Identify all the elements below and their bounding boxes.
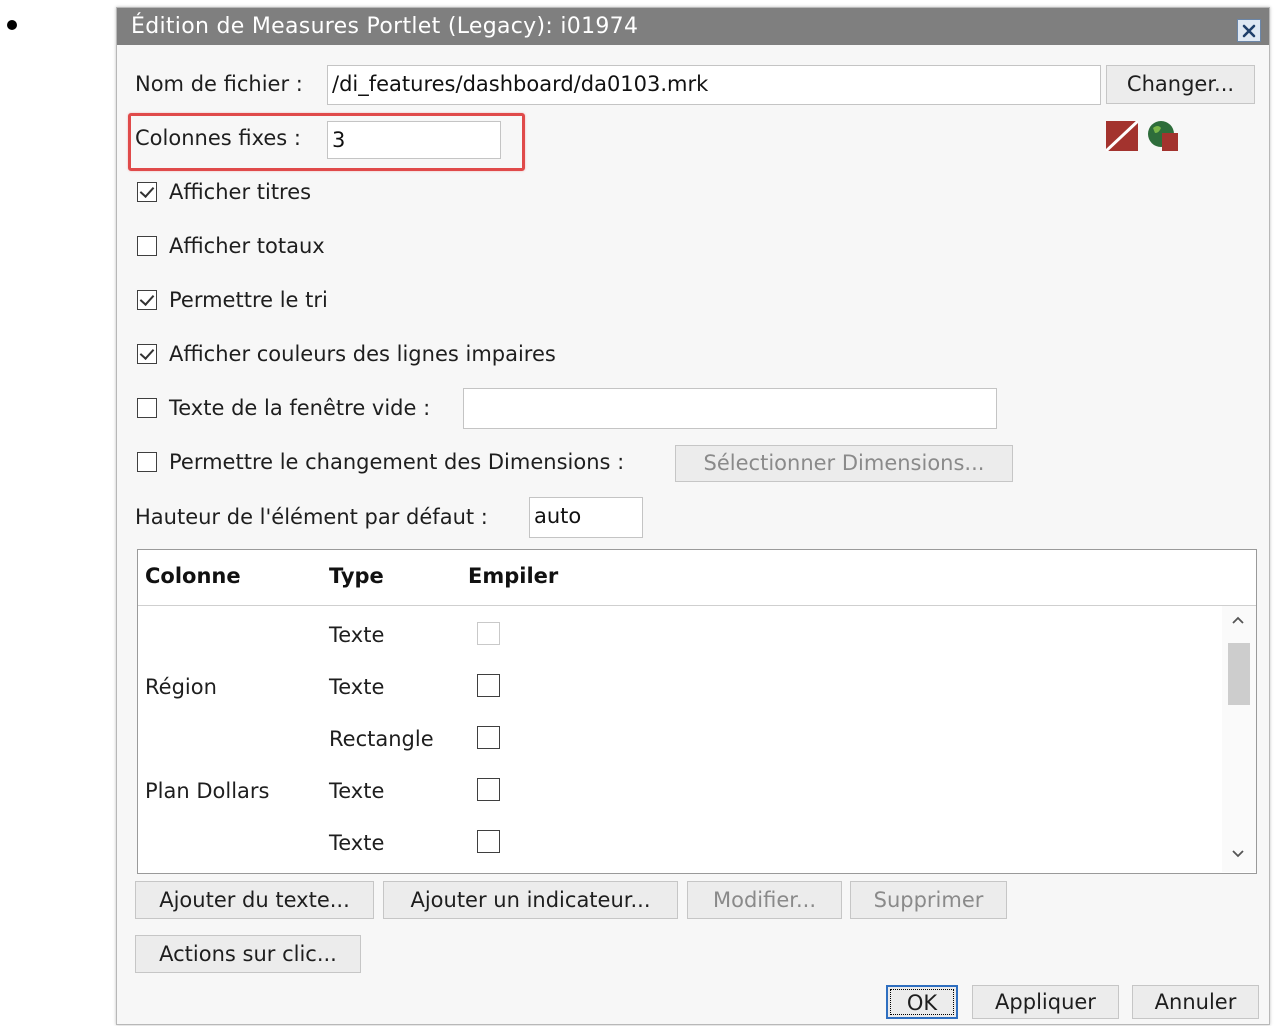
stack-checkbox bbox=[477, 622, 500, 645]
stack-checkbox[interactable] bbox=[477, 778, 500, 801]
clear-icon[interactable] bbox=[1106, 121, 1138, 151]
edit-portlet-dialog: Édition de Measures Portlet (Legacy): i0… bbox=[116, 7, 1270, 1025]
default-height-label: Hauteur de l'élément par défaut : bbox=[135, 505, 488, 529]
table-row-type: Texte bbox=[329, 779, 385, 803]
file-name-label: Nom de fichier : bbox=[135, 72, 303, 96]
click-actions-button[interactable]: Actions sur clic... bbox=[135, 935, 361, 973]
dialog-titlebar[interactable]: Édition de Measures Portlet (Legacy): i0… bbox=[117, 8, 1269, 45]
header-column[interactable]: Colonne bbox=[145, 564, 241, 588]
show-titles-label: Afficher titres bbox=[169, 180, 312, 204]
change-file-button[interactable]: Changer... bbox=[1106, 65, 1255, 104]
modify-button[interactable]: Modifier... bbox=[687, 881, 842, 919]
table-scrollbar[interactable] bbox=[1222, 606, 1256, 872]
columns-table: Colonne Type Empiler Texte Région Texte … bbox=[137, 549, 1257, 874]
odd-row-colors-label: Afficher couleurs des lignes impaires bbox=[169, 342, 556, 366]
apply-button[interactable]: Appliquer bbox=[972, 985, 1119, 1019]
dimension-change-checkbox[interactable] bbox=[137, 452, 157, 472]
table-row-type: Texte bbox=[329, 675, 385, 699]
empty-window-text-label: Texte de la fenêtre vide : bbox=[169, 396, 431, 420]
empty-window-text-checkbox[interactable] bbox=[137, 398, 157, 418]
odd-row-colors-checkbox[interactable] bbox=[137, 344, 157, 364]
table-row-column: Région bbox=[145, 675, 217, 699]
close-icon bbox=[1242, 24, 1256, 37]
default-height-field[interactable]: auto bbox=[529, 497, 643, 538]
table-row-type: Texte bbox=[329, 831, 385, 855]
globe-icon[interactable] bbox=[1146, 119, 1180, 151]
show-totals-checkbox[interactable] bbox=[137, 236, 157, 256]
header-type[interactable]: Type bbox=[329, 564, 384, 588]
table-header: Colonne Type Empiler bbox=[138, 550, 1256, 606]
file-name-field[interactable]: /di_features/dashboard/da0103.mrk bbox=[327, 65, 1101, 105]
list-bullet bbox=[7, 20, 17, 30]
scroll-thumb[interactable] bbox=[1228, 643, 1250, 705]
cancel-button[interactable]: Annuler bbox=[1132, 985, 1259, 1019]
delete-button[interactable]: Supprimer bbox=[850, 881, 1007, 919]
dialog-title: Édition de Measures Portlet (Legacy): i0… bbox=[131, 14, 639, 39]
table-row-type: Rectangle bbox=[329, 727, 434, 751]
add-text-button[interactable]: Ajouter du texte... bbox=[135, 881, 374, 919]
table-row-type: Texte bbox=[329, 623, 385, 647]
show-totals-label: Afficher totaux bbox=[169, 234, 325, 258]
empty-window-text-field[interactable] bbox=[463, 388, 997, 429]
dimension-change-label: Permettre le changement des Dimensions : bbox=[169, 450, 625, 474]
table-row-column: Plan Dollars bbox=[145, 779, 270, 803]
highlight-box bbox=[128, 113, 525, 171]
scroll-up-icon[interactable] bbox=[1232, 614, 1244, 626]
scroll-down-icon[interactable] bbox=[1232, 848, 1244, 860]
show-titles-checkbox[interactable] bbox=[137, 182, 157, 202]
stack-checkbox[interactable] bbox=[477, 830, 500, 853]
allow-sort-label: Permettre le tri bbox=[169, 288, 328, 312]
close-button[interactable] bbox=[1237, 19, 1261, 42]
ok-button[interactable]: OK bbox=[886, 985, 958, 1019]
stack-checkbox[interactable] bbox=[477, 674, 500, 697]
allow-sort-checkbox[interactable] bbox=[137, 290, 157, 310]
select-dimensions-button[interactable]: Sélectionner Dimensions... bbox=[675, 445, 1013, 482]
header-stack[interactable]: Empiler bbox=[468, 564, 558, 588]
add-indicator-button[interactable]: Ajouter un indicateur... bbox=[383, 881, 678, 919]
stack-checkbox[interactable] bbox=[477, 726, 500, 749]
